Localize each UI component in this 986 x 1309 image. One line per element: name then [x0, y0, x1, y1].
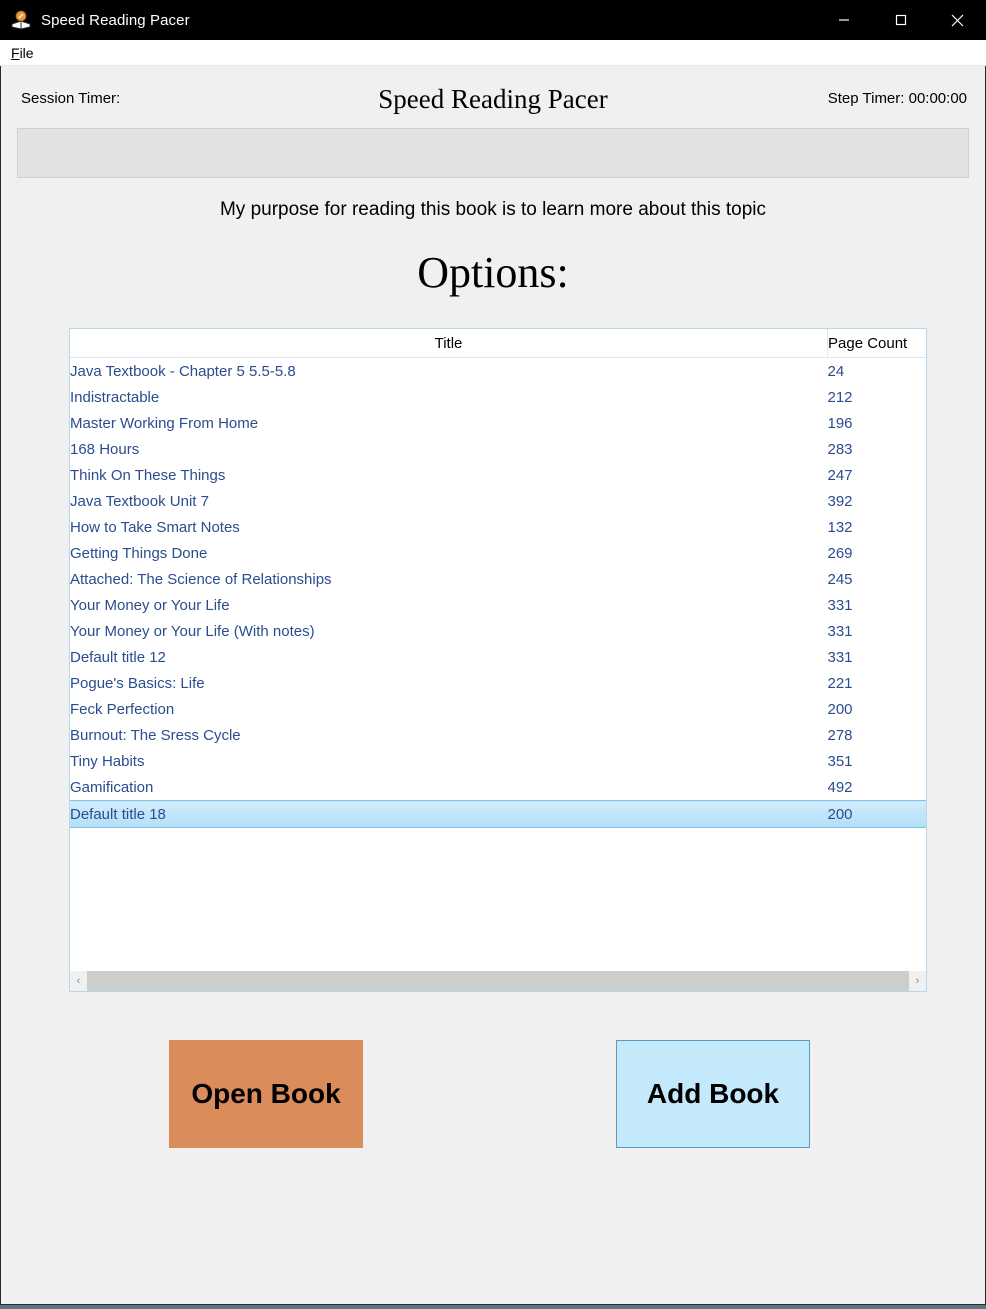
table-row[interactable]: Java Textbook - Chapter 5 5.5-5.8 24 [70, 358, 926, 385]
cell-title: Default title 12 [70, 648, 166, 666]
cell-title: Burnout: The Sress Cycle [70, 726, 241, 744]
cell-title: Your Money or Your Life [70, 596, 230, 614]
cell-page-count: 200 [827, 800, 926, 829]
window-controls [815, 0, 986, 40]
action-button-row: Open Book Add Book [1, 1040, 985, 1150]
table-row[interactable]: Master Working From Home 196 [70, 410, 926, 436]
horizontal-scrollbar[interactable]: ‹ › [70, 970, 926, 992]
title-bar: Speed Reading Pacer [0, 0, 986, 40]
cell-title: Indistractable [70, 388, 160, 406]
purpose-statement: My purpose for reading this book is to l… [219, 199, 766, 220]
chevron-right-icon[interactable]: › [909, 971, 926, 992]
menu-item-file[interactable]: File [11, 43, 39, 63]
table-row[interactable]: Java Textbook Unit 7 392 [70, 488, 926, 514]
cell-title: Getting Things Done [70, 544, 208, 562]
menu-bar: File [0, 40, 986, 66]
table-row[interactable]: Tiny Habits 351 [70, 748, 926, 774]
cell-page-count: 492 [827, 778, 853, 796]
cell-page-count: 392 [827, 492, 853, 510]
cell-title: Java Textbook Unit 7 [70, 492, 209, 510]
cell-page-count: 196 [827, 414, 853, 432]
maximize-icon[interactable] [872, 0, 929, 40]
book-table-body: Java Textbook - Chapter 5 5.5-5.8 24 Indis… [70, 358, 926, 829]
cell-page-count: 221 [827, 674, 853, 692]
table-row[interactable]: Your Money or Your Life (With notes) 331 [70, 618, 926, 644]
column-header-title[interactable]: Title [70, 329, 828, 359]
table-row[interactable]: Indistractable 212 [70, 384, 926, 410]
table-row[interactable]: Your Money or Your Life 331 [70, 592, 926, 618]
table-row[interactable]: How to Take Smart Notes 132 [70, 514, 926, 540]
chevron-left-icon[interactable]: ‹ [70, 971, 87, 992]
table-row[interactable]: Feck Perfection 200 [70, 696, 926, 722]
window-title: Speed Reading Pacer [41, 11, 190, 29]
book-table-container: Title Page Count Java Textbook - Chapter… [69, 328, 927, 993]
table-row[interactable]: Gamification 492 [70, 774, 926, 801]
cell-title: How to Take Smart Notes [70, 518, 240, 536]
cell-title: Gamification [70, 778, 154, 796]
title-bar-left: Speed Reading Pacer [0, 10, 190, 30]
step-timer-label: Step Timer: 00:00:00 [827, 90, 967, 107]
cell-page-count: 283 [827, 440, 853, 458]
cell-page-count: 247 [827, 466, 853, 484]
table-row[interactable]: Attached: The Science of Relationships 24… [70, 566, 926, 592]
table-row[interactable]: Default title 12 331 [70, 644, 926, 670]
minimize-icon[interactable] [815, 0, 872, 40]
client-area: Session Timer: Speed Reading Pacer Step … [0, 66, 986, 1305]
cell-page-count: 331 [827, 648, 853, 666]
add-book-button[interactable]: Add Book [616, 1040, 810, 1149]
table-row[interactable]: 168 Hours 283 [70, 436, 926, 462]
cell-page-count: 212 [827, 388, 853, 406]
cell-title: Tiny Habits [70, 752, 145, 770]
scrollbar-track[interactable] [87, 971, 909, 992]
scrollbar-thumb[interactable] [87, 971, 909, 992]
table-row[interactable]: Default title 18 200 [70, 800, 926, 829]
cell-title: Default title 18 [70, 800, 828, 829]
cell-title: Pogue's Basics: Life [70, 674, 205, 692]
table-row[interactable]: Getting Things Done 269 [70, 540, 926, 566]
book-table: Title Page Count Java Textbook - Chapter… [70, 329, 926, 829]
table-row[interactable]: Think On These Things 247 [70, 462, 926, 488]
cell-page-count: 351 [827, 752, 853, 770]
cell-title: Java Textbook - Chapter 5 5.5-5.8 [70, 362, 296, 380]
column-header-page-count[interactable]: Page Count [827, 329, 926, 359]
cell-title: Think On These Things [70, 466, 226, 484]
book-table-head: Title Page Count [70, 329, 926, 359]
cell-page-count: 24 [827, 362, 845, 380]
open-book-button[interactable]: Open Book [169, 1040, 363, 1149]
menu-item-file-mnemonic: F [11, 44, 20, 61]
cell-title: Attached: The Science of Relationships [70, 570, 332, 588]
options-heading: Options: [417, 248, 569, 297]
cell-page-count: 132 [827, 518, 853, 536]
app-window: Speed Reading Pacer File Session Timer: … [0, 0, 986, 1309]
cell-title: Feck Perfection [70, 700, 175, 718]
cell-title: Master Working From Home [70, 414, 259, 432]
header-row: Session Timer: Speed Reading Pacer Step … [1, 66, 985, 128]
table-row[interactable]: Pogue's Basics: Life 221 [70, 670, 926, 696]
close-icon[interactable] [929, 0, 986, 40]
book-icon [10, 10, 32, 30]
cell-page-count: 269 [827, 544, 853, 562]
book-table-header-row: Title Page Count [70, 329, 926, 359]
cell-page-count: 245 [827, 570, 853, 588]
cell-page-count: 278 [827, 726, 853, 744]
display-panel [17, 128, 969, 178]
menu-item-file-rest: ile [19, 44, 34, 61]
cell-page-count: 200 [827, 700, 853, 718]
table-row[interactable]: Burnout: The Sress Cycle 278 [70, 722, 926, 748]
cell-page-count: 331 [827, 622, 853, 640]
cell-title: 168 Hours [70, 440, 140, 458]
cell-page-count: 331 [827, 596, 853, 614]
cell-title: Your Money or Your Life (With notes) [70, 622, 315, 640]
